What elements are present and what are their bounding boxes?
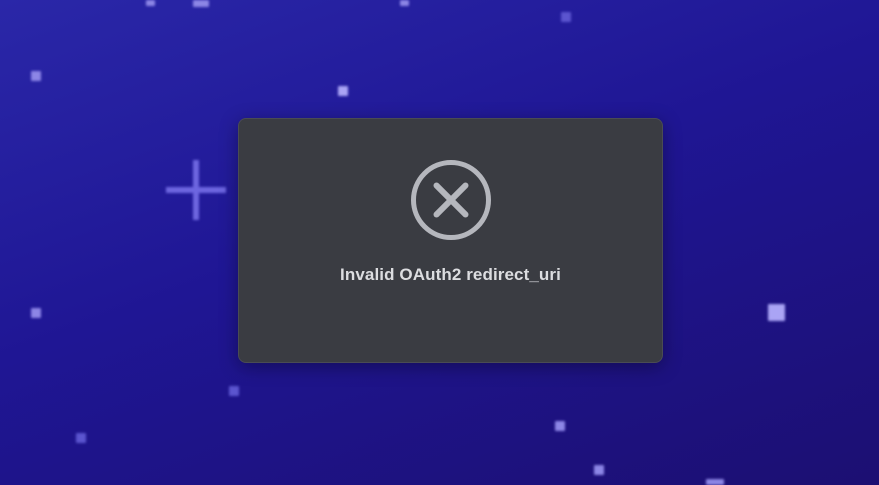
star-decoration [31, 71, 41, 81]
star-decoration [555, 421, 565, 431]
star-decoration [229, 386, 239, 396]
star-decoration [400, 0, 409, 6]
star-decoration [338, 86, 348, 96]
error-message: Invalid OAuth2 redirect_uri [340, 265, 561, 284]
star-decoration [561, 12, 571, 22]
star-decoration [76, 433, 86, 443]
star-decoration [768, 304, 785, 321]
star-decoration [594, 465, 604, 475]
sparkle-icon [166, 160, 226, 220]
star-decoration [706, 479, 724, 485]
star-decoration [146, 0, 155, 6]
star-decoration [31, 308, 41, 318]
star-decoration [193, 0, 209, 7]
error-dialog: Invalid OAuth2 redirect_uri [238, 118, 663, 363]
error-circle-x-icon [411, 160, 491, 240]
